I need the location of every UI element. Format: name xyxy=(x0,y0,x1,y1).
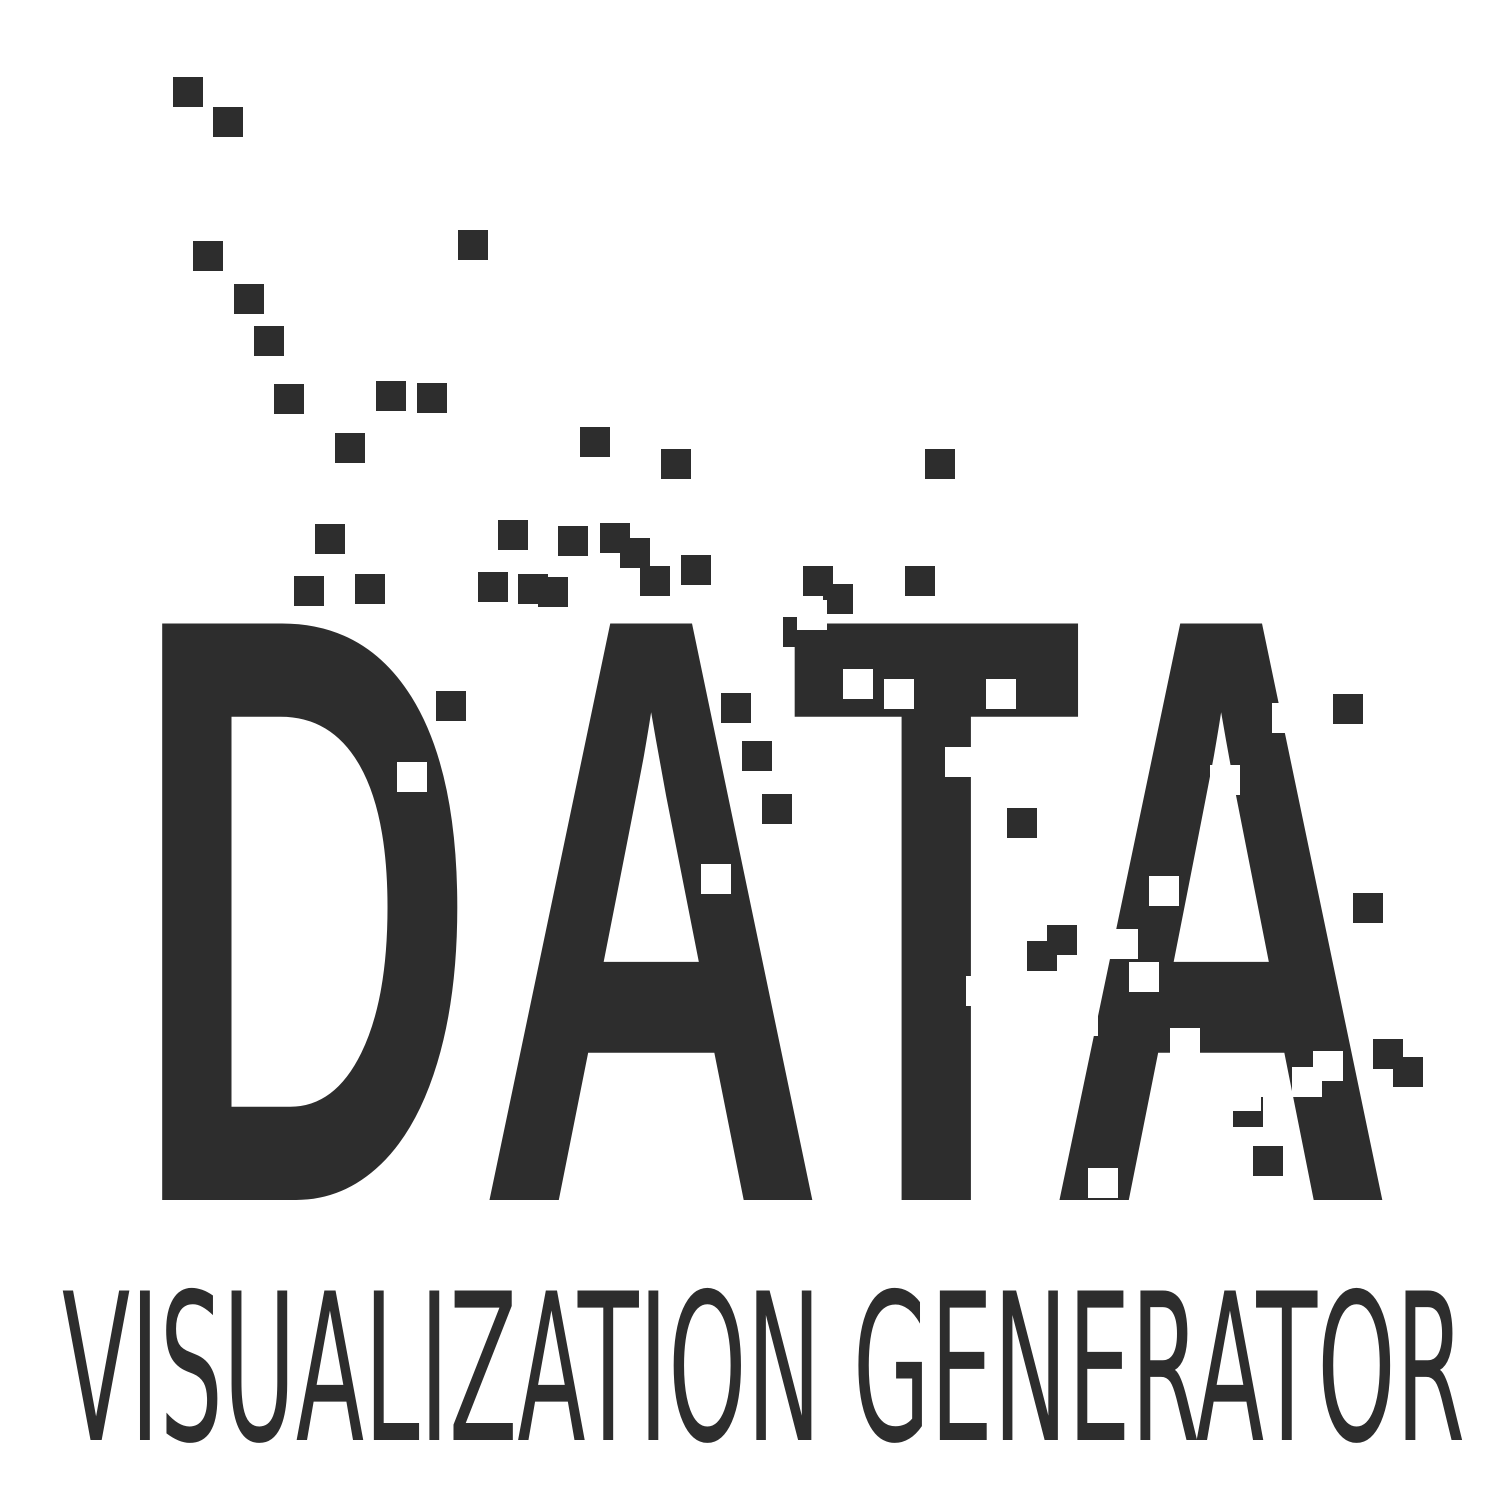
pixel-square xyxy=(376,381,406,411)
pixel-square xyxy=(884,679,914,709)
pixel-square xyxy=(436,691,466,721)
pixel-square xyxy=(681,555,711,585)
pixel-square xyxy=(1313,1051,1343,1081)
pixel-square xyxy=(234,284,264,314)
pixel-square xyxy=(925,449,955,479)
pixel-square xyxy=(335,433,365,463)
pixel-square xyxy=(1253,1146,1283,1176)
pixel-square xyxy=(797,600,827,630)
pixel-square xyxy=(1108,929,1138,959)
pixel-square xyxy=(558,526,588,556)
pixel-square xyxy=(1068,1006,1098,1036)
pixel-square xyxy=(762,794,792,824)
pixel-square xyxy=(1272,703,1302,733)
logo-artwork: DATA VISUALIZATION GENERATOR xyxy=(62,77,1465,1489)
pixel-square xyxy=(661,449,691,479)
pixel-square xyxy=(640,566,670,596)
pixel-square xyxy=(1210,765,1240,795)
pixel-square xyxy=(1027,941,1057,971)
pixel-square xyxy=(173,77,203,107)
pixel-square xyxy=(580,427,610,457)
logo-subtitle: VISUALIZATION GENERATOR xyxy=(62,1251,1465,1489)
pixel-square xyxy=(294,576,324,606)
pixel-square xyxy=(538,577,568,607)
pixel-square xyxy=(823,584,853,614)
pixel-square xyxy=(1231,1081,1261,1111)
pixel-square xyxy=(701,864,731,894)
pixel-square xyxy=(274,384,304,414)
pixel-square xyxy=(1149,876,1179,906)
pixel-square xyxy=(355,574,385,604)
pixel-square xyxy=(1170,1028,1200,1058)
pixel-square xyxy=(1393,1057,1423,1087)
pixel-square xyxy=(721,693,751,723)
pixel-square xyxy=(843,669,873,699)
pixel-square xyxy=(213,107,243,137)
pixel-square xyxy=(458,230,488,260)
pixel-square xyxy=(945,747,975,777)
pixel-square xyxy=(1353,893,1383,923)
pixel-square xyxy=(620,538,650,568)
pixel-square xyxy=(1088,1168,1118,1198)
pixel-square xyxy=(1007,808,1037,838)
pixel-square xyxy=(478,572,508,602)
pixel-square xyxy=(966,976,996,1006)
pixel-square xyxy=(1333,694,1363,724)
pixel-square xyxy=(315,524,345,554)
pixel-square xyxy=(742,741,772,771)
pixel-square xyxy=(397,762,427,792)
pixel-square xyxy=(1129,962,1159,992)
pixel-square xyxy=(417,383,447,413)
pixel-square xyxy=(865,721,895,751)
pixel-square xyxy=(986,679,1016,709)
pixel-square xyxy=(905,566,935,596)
pixel-square xyxy=(254,326,284,356)
logo: DATA VISUALIZATION GENERATOR xyxy=(0,0,1505,1500)
pixel-square xyxy=(193,241,223,271)
pixel-square xyxy=(498,520,528,550)
pixel-square xyxy=(1192,970,1222,1000)
